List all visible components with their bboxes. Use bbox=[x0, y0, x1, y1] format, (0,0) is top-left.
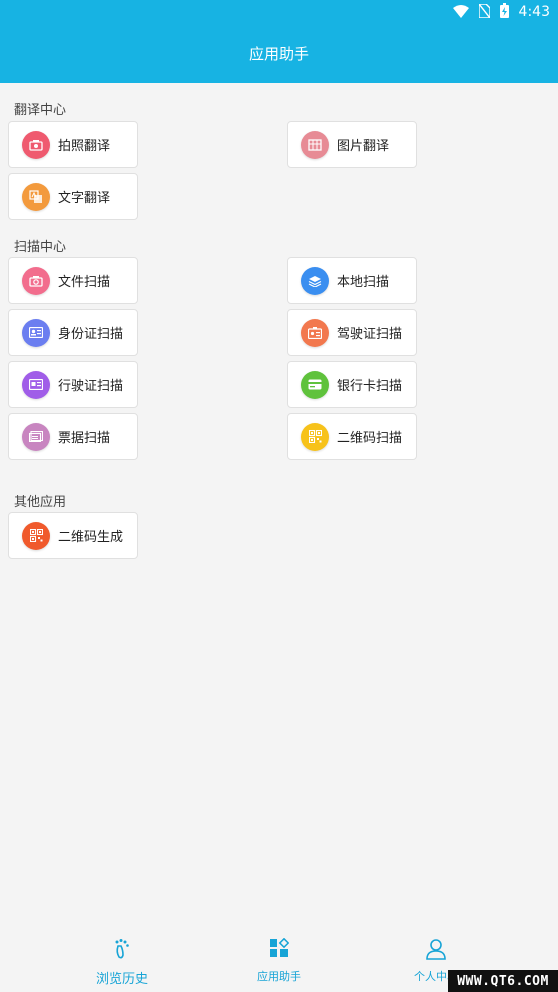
local-scan-button[interactable]: 本地扫描 bbox=[287, 257, 417, 304]
vehicle-card-icon bbox=[22, 370, 50, 399]
section-title-other: 其他应用 bbox=[14, 495, 67, 510]
footprint-icon bbox=[62, 938, 182, 964]
id-card-scan-button[interactable]: 身份证扫描 bbox=[8, 309, 138, 356]
status-time: 4:43 bbox=[518, 4, 550, 20]
qr-code-icon bbox=[22, 521, 50, 550]
no-sim-icon bbox=[477, 2, 491, 22]
card-label: 银行卡扫描 bbox=[337, 379, 403, 394]
section-title-scan: 扫描中心 bbox=[14, 240, 67, 255]
apps-grid-icon bbox=[219, 938, 339, 964]
card-label: 行驶证扫描 bbox=[58, 379, 124, 394]
person-icon bbox=[376, 938, 496, 964]
qr-code-icon bbox=[301, 422, 329, 451]
text-translate-icon bbox=[22, 182, 50, 211]
card-label: 票据扫描 bbox=[58, 431, 111, 446]
bank-card-scan-button[interactable]: 银行卡扫描 bbox=[287, 361, 417, 408]
card-label: 文字翻译 bbox=[58, 191, 111, 206]
wifi-icon bbox=[452, 3, 469, 22]
card-label: 拍照翻译 bbox=[58, 139, 111, 154]
image-grid-icon bbox=[301, 130, 329, 159]
license-icon bbox=[301, 318, 329, 347]
qr-code-scan-button[interactable]: 二维码扫描 bbox=[287, 413, 417, 460]
camera-icon bbox=[22, 266, 50, 295]
card-label: 驾驶证扫描 bbox=[337, 327, 403, 342]
card-label: 二维码扫描 bbox=[337, 431, 403, 446]
status-bar: 4:43 bbox=[0, 0, 558, 24]
layers-icon bbox=[301, 266, 329, 295]
id-card-icon bbox=[22, 318, 50, 347]
app-header: 4:43 应用助手 bbox=[0, 0, 558, 83]
page-title: 应用助手 bbox=[248, 45, 309, 63]
ticket-icon bbox=[22, 422, 50, 451]
card-label: 身份证扫描 bbox=[58, 327, 124, 342]
vehicle-license-scan-button[interactable]: 行驶证扫描 bbox=[8, 361, 138, 408]
driver-license-scan-button[interactable]: 驾驶证扫描 bbox=[287, 309, 417, 356]
nav-item-apps[interactable]: 应用助手 bbox=[219, 938, 339, 984]
text-translate-button[interactable]: 文字翻译 bbox=[8, 173, 138, 220]
card-label: 二维码生成 bbox=[58, 530, 124, 545]
image-translate-button[interactable]: 图片翻译 bbox=[287, 121, 417, 168]
nav-label-apps: 应用助手 bbox=[257, 970, 301, 983]
nav-item-history[interactable]: 浏览历史 bbox=[62, 938, 182, 987]
ticket-scan-button[interactable]: 票据扫描 bbox=[8, 413, 138, 460]
bank-card-icon bbox=[301, 370, 329, 399]
watermark: WWW.QT6.COM bbox=[448, 970, 558, 992]
camera-icon bbox=[22, 130, 50, 159]
nav-label-history: 浏览历史 bbox=[95, 972, 148, 987]
qr-code-generate-button[interactable]: 二维码生成 bbox=[8, 512, 138, 559]
section-title-translate: 翻译中心 bbox=[14, 103, 67, 118]
photo-translate-button[interactable]: 拍照翻译 bbox=[8, 121, 138, 168]
document-scan-button[interactable]: 文件扫描 bbox=[8, 257, 138, 304]
card-label: 本地扫描 bbox=[337, 275, 390, 290]
card-label: 图片翻译 bbox=[337, 139, 390, 154]
card-label: 文件扫描 bbox=[58, 275, 111, 290]
battery-charging-icon bbox=[499, 2, 509, 22]
